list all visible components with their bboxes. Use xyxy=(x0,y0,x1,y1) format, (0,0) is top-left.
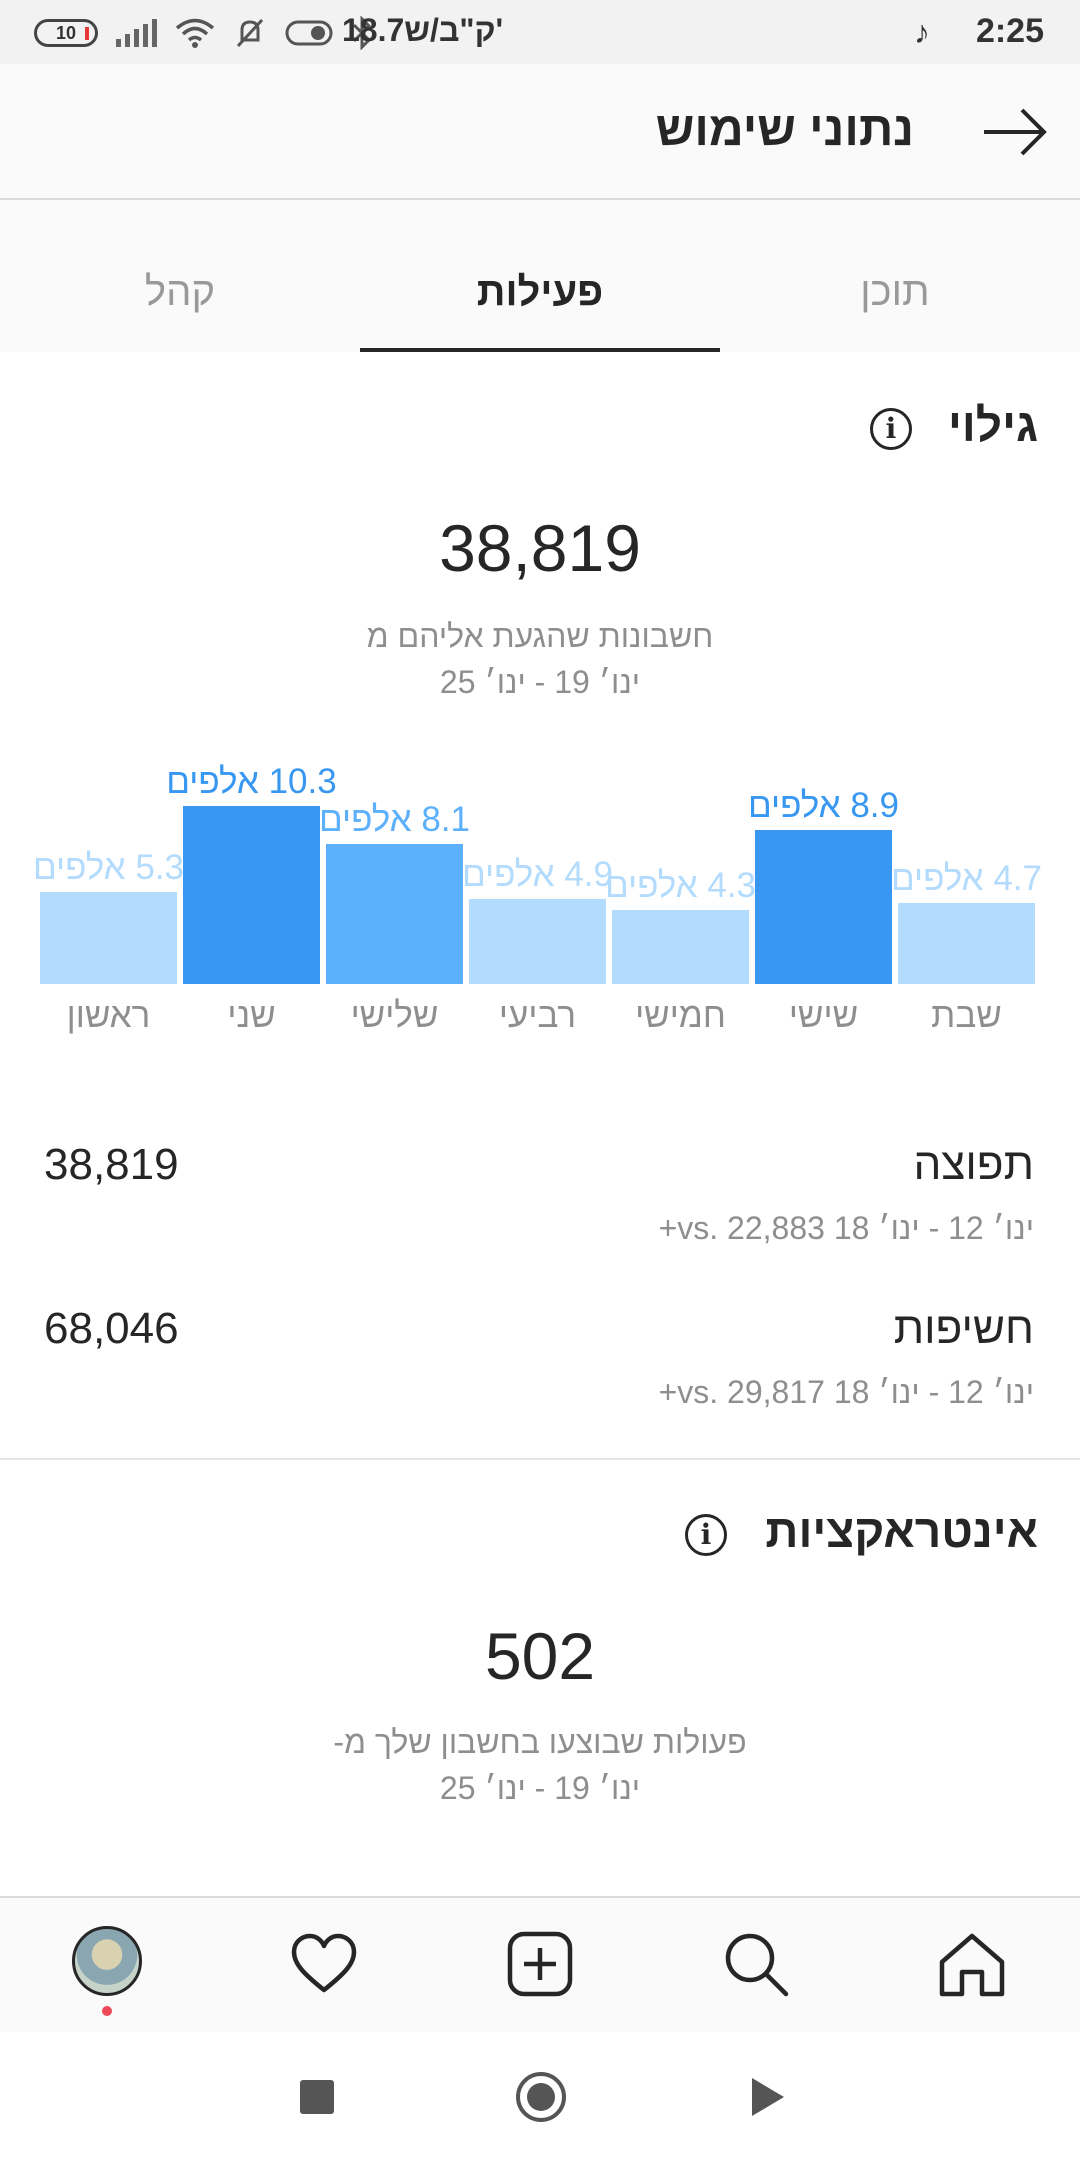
interactions-info-icon[interactable]: i xyxy=(685,1514,727,1556)
chart-data-label: 10.3 אלפים xyxy=(166,762,337,801)
signal-icon xyxy=(116,19,157,47)
chart-day-label: שלישי xyxy=(350,996,439,1035)
network-speed: 18.7ק"ב/ש' xyxy=(342,12,504,48)
chart-bar[interactable] xyxy=(898,903,1035,984)
chart-day-label: ראשון xyxy=(66,996,151,1035)
interactions-value: 502 xyxy=(484,1619,596,1693)
chart-bar[interactable] xyxy=(326,844,463,984)
tab-activity[interactable]: פעילות xyxy=(390,270,690,315)
mute-bell-icon xyxy=(236,18,264,48)
impressions-comparison: ינו׳ 12 - ינו׳ 18 vs. 29,817+ xyxy=(658,1374,1034,1410)
discovery-caption: חשבונות שהגעת אליהם מ xyxy=(366,618,714,654)
new-post-icon[interactable] xyxy=(500,1924,580,2004)
chart-data-label: 4.7 אלפים xyxy=(891,859,1042,898)
reach-value: 38,819 xyxy=(44,1140,179,1189)
section-divider xyxy=(0,1458,1080,1460)
tab-audience[interactable]: קהל xyxy=(30,270,330,315)
discovery-bar-chart: 5.3 אלפים ראשון 10.3 אלפים שני 8.1 אלפים שליש… xyxy=(33,740,1042,1040)
discovery-info-icon[interactable]: i xyxy=(870,408,912,450)
chart-bar[interactable] xyxy=(612,910,749,984)
profile-avatar[interactable] xyxy=(72,1926,142,1996)
active-tab-indicator xyxy=(360,348,720,352)
chart-bar[interactable] xyxy=(183,806,320,984)
tab-content[interactable]: תוכן xyxy=(745,270,1045,315)
discovery-date-range: ינו׳ 19 - ינו׳ 25 xyxy=(439,664,641,700)
toggle-icon xyxy=(285,20,333,46)
chart-data-label: 8.1 אלפים xyxy=(319,800,470,839)
chart-day-label: שישי xyxy=(788,996,859,1035)
chart-day-label: רביעי xyxy=(498,996,577,1035)
chart-data-label: 5.3 אלפים xyxy=(33,848,184,887)
back-arrow-icon[interactable] xyxy=(980,104,1050,160)
recent-apps-button[interactable] xyxy=(300,2080,334,2114)
discovery-value: 38,819 xyxy=(439,511,641,585)
reach-comparison: ינו׳ 12 - ינו׳ 18 vs. 22,883+ xyxy=(658,1210,1034,1246)
app-header: נתוני שימוש xyxy=(0,64,1080,200)
reach-label: תפוצה xyxy=(913,1140,1034,1189)
wifi-icon xyxy=(175,18,215,48)
interactions-title: אינטראקציות xyxy=(765,1505,1038,1557)
impressions-label: חשיפות xyxy=(893,1304,1034,1353)
discovery-title: גילוי xyxy=(948,399,1038,451)
clock: 2:25 xyxy=(975,12,1044,50)
chart-data-label: 8.9 אלפים xyxy=(748,786,899,825)
back-button[interactable] xyxy=(752,2078,784,2116)
chart-bar[interactable] xyxy=(40,892,177,984)
notification-dot xyxy=(102,2006,112,2016)
home-icon[interactable] xyxy=(932,1924,1012,2004)
tab-bar: תוכן פעילות קהל xyxy=(0,200,1080,352)
chart-data-label: 4.3 אלפים xyxy=(605,866,756,905)
interactions-caption: פעולות שבוצעו בחשבון שלך מ- xyxy=(333,1724,747,1760)
chart-day-label: שני xyxy=(227,996,276,1035)
battery-icon: 10 xyxy=(34,19,98,47)
bottom-navigation xyxy=(0,1896,1080,2032)
heart-icon[interactable] xyxy=(284,1924,364,2004)
search-icon[interactable] xyxy=(716,1924,796,2004)
chart-day-label: חמישי xyxy=(635,996,726,1035)
page-title: נתוני שימוש xyxy=(655,103,914,156)
impressions-value: 68,046 xyxy=(44,1304,179,1353)
interactions-date-range: ינו׳ 19 - ינו׳ 25 xyxy=(439,1770,641,1806)
chart-bar[interactable] xyxy=(755,830,892,984)
chart-day-label: שבת xyxy=(931,996,1002,1035)
status-bar: 10 18.7ק"ב/ש' ♪ 2:25 xyxy=(0,0,1080,64)
music-note-icon: ♪ xyxy=(914,14,930,50)
system-navigation-bar xyxy=(0,2032,1080,2160)
chart-bar[interactable] xyxy=(469,899,606,984)
home-button[interactable] xyxy=(516,2072,566,2122)
status-icons: 10 xyxy=(34,16,373,50)
